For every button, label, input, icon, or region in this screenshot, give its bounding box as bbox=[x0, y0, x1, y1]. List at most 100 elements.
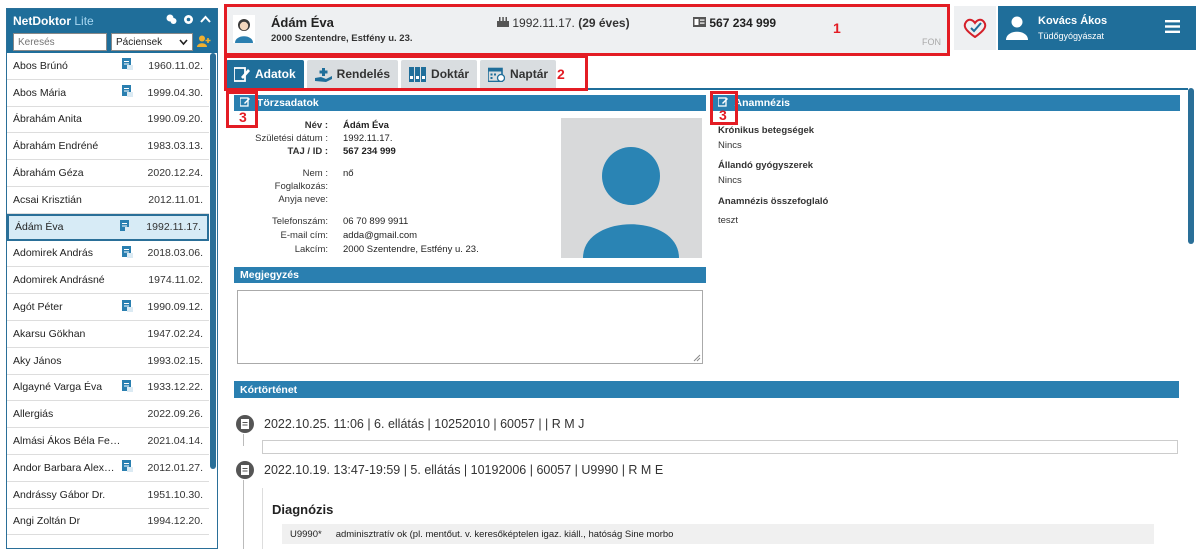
document-icon[interactable] bbox=[121, 379, 135, 395]
patient-list-name: Ádám Éva bbox=[15, 221, 64, 234]
address-value: 2000 Szentendre, Estfény u. 23. bbox=[343, 244, 479, 255]
patient-list-name: Adomirek András bbox=[13, 247, 93, 260]
patient-sidebar: NetDoktor Lite P bbox=[6, 8, 218, 549]
document-icon bbox=[236, 461, 254, 479]
patient-list-item[interactable]: Andor Barbara Alex… 2012.01.27. bbox=[7, 455, 209, 482]
user-icon bbox=[1006, 16, 1028, 40]
patient-list-date: 2021.04.14. bbox=[147, 435, 203, 448]
heart-check-icon bbox=[963, 18, 987, 38]
patient-photo-placeholder[interactable] bbox=[561, 118, 702, 258]
chat-icon[interactable] bbox=[166, 14, 177, 28]
torzsadatok-title: Törzsadatok bbox=[256, 97, 319, 109]
patient-search-input[interactable] bbox=[13, 33, 107, 51]
hamburger-menu-icon[interactable] bbox=[1165, 20, 1180, 33]
app-root: NetDoktor Lite P bbox=[0, 0, 1200, 549]
sidebar-scrollbar[interactable] bbox=[210, 53, 216, 469]
user-specialty: Tüdőgyógyászat bbox=[1038, 31, 1105, 41]
diagnosis-row: U9990* adminisztratív ok (pl. mentőut. v… bbox=[282, 524, 1154, 544]
health-icon-button[interactable] bbox=[954, 6, 996, 50]
app-title: NetDoktor Lite bbox=[13, 14, 94, 28]
email-value: adda@gmail.com bbox=[343, 230, 418, 241]
history-entry[interactable]: 2022.10.25. 11:06 | 6. ellátás | 1025201… bbox=[236, 415, 584, 433]
patient-list-item[interactable]: Andrássy Gábor Dr. 1951.10.30. bbox=[7, 482, 209, 509]
patient-list-name: Allergiás bbox=[13, 408, 54, 421]
chevron-up-icon[interactable] bbox=[200, 14, 211, 28]
patient-list-item[interactable]: Ábrahám Géza 2020.12.24. bbox=[7, 160, 209, 187]
document-icon[interactable] bbox=[121, 299, 135, 315]
patient-list-date: 2018.03.06. bbox=[147, 247, 203, 260]
patient-list-item[interactable]: Akarsu Gökhan 1947.02.24. bbox=[7, 321, 209, 348]
patient-list-item[interactable]: Adomirek András 2018.03.06. bbox=[7, 241, 209, 268]
user-name: Kovács Ákos bbox=[1038, 15, 1108, 27]
address-label: Lakcím: bbox=[294, 244, 328, 255]
patient-list-item[interactable]: Almási Ákos Béla Ferenc 2021.04.14. bbox=[7, 428, 209, 455]
birth-value: 1992.11.17. bbox=[343, 133, 393, 144]
edit-icon[interactable] bbox=[717, 97, 728, 107]
history-entry[interactable]: 2022.10.19. 13:47-19:59 | 5. ellátás | 1… bbox=[236, 461, 663, 479]
patient-list-item[interactable]: Abos Mária 1999.04.30. bbox=[7, 80, 209, 107]
patient-list-item[interactable]: Angi Zoltán Dr 1994.12.20. bbox=[7, 509, 209, 536]
patient-list-item[interactable]: Adomirek Andrásné 1974.11.02. bbox=[7, 267, 209, 295]
resize-handle-icon[interactable] bbox=[693, 354, 701, 362]
document-icon[interactable] bbox=[121, 245, 135, 261]
drugs-value: Nincs bbox=[718, 175, 742, 186]
anamnezis-header: Anamnézis bbox=[712, 95, 1180, 111]
diagnosis-code: U9990* bbox=[290, 528, 322, 540]
patient-taj: 567 234 999 bbox=[693, 16, 776, 30]
patient-list-item[interactable]: Acsai Krisztián 2012.11.01. bbox=[7, 187, 209, 214]
app-suffix: Lite bbox=[74, 14, 94, 28]
edit-icon[interactable] bbox=[239, 97, 250, 107]
document-icon[interactable] bbox=[119, 219, 133, 235]
patient-list-item[interactable]: Allergiás 2022.09.26. bbox=[7, 401, 209, 429]
patient-list-item[interactable]: Ádám Éva 1992.11.17. bbox=[7, 213, 209, 241]
chronic-value: Nincs bbox=[718, 140, 742, 151]
patient-list-name: Acsai Krisztián bbox=[13, 193, 82, 206]
annotation-number-1: 1 bbox=[833, 20, 841, 36]
note-textarea[interactable] bbox=[237, 290, 703, 364]
patient-list-item[interactable]: Ábrahám Endréné 1983.03.13. bbox=[7, 133, 209, 161]
medical-hand-icon bbox=[314, 67, 332, 82]
patient-list-item[interactable]: Agót Péter 1990.09.12. bbox=[7, 294, 209, 321]
patient-list-item[interactable]: Ábrahám Anita 1990.09.20. bbox=[7, 107, 209, 134]
user-panel[interactable]: Kovács Ákos Tüdőgyógyászat bbox=[998, 6, 1196, 50]
phone-label: Telefonszám: bbox=[272, 216, 328, 227]
main-scrollbar[interactable] bbox=[1188, 88, 1194, 244]
tab-underline bbox=[226, 88, 1188, 90]
job-label: Foglalkozás: bbox=[274, 181, 328, 192]
patient-list-date: 1992.11.17. bbox=[146, 221, 201, 234]
tab-adatok[interactable]: Adatok bbox=[226, 60, 304, 88]
kortortenet-header: Kórtörténet bbox=[234, 381, 1179, 398]
drugs-label: Állandó gyógyszerek bbox=[718, 160, 814, 171]
add-user-icon[interactable] bbox=[197, 35, 211, 50]
tab-rendeles[interactable]: Rendelés bbox=[306, 60, 399, 88]
birth-label: Születési dátum : bbox=[255, 133, 328, 144]
megjegyzes-title: Megjegyzés bbox=[240, 269, 299, 281]
annotation-number-3b: 3 bbox=[719, 107, 727, 123]
history-connector bbox=[243, 434, 244, 446]
patient-list-item[interactable]: Aky János 1993.02.15. bbox=[7, 348, 209, 375]
patient-list-item[interactable]: Algayné Varga Éva 1933.12.22. bbox=[7, 375, 209, 402]
patient-filter-select[interactable]: Páciensek bbox=[111, 33, 193, 51]
id-card-icon bbox=[693, 17, 706, 27]
patient-list: Abos Brúnó 1960.11.02. Abos Mária 1999.04.3… bbox=[7, 53, 209, 548]
calendar-icon bbox=[488, 67, 506, 82]
document-icon[interactable] bbox=[121, 460, 135, 475]
patient-taj-value: 567 234 999 bbox=[709, 16, 777, 30]
patient-list-name: Akarsu Gökhan bbox=[13, 327, 86, 340]
sidebar-header: NetDoktor Lite P bbox=[7, 9, 217, 53]
document-icon[interactable] bbox=[121, 85, 135, 100]
binders-icon bbox=[409, 66, 427, 82]
gear-icon[interactable] bbox=[183, 14, 194, 28]
sex-value: nő bbox=[343, 168, 354, 179]
tab-adatok-label: Adatok bbox=[255, 67, 296, 81]
patient-list-date: 1990.09.20. bbox=[147, 113, 203, 126]
document-icon[interactable] bbox=[121, 58, 135, 73]
annotation-number-3a: 3 bbox=[239, 109, 247, 125]
tab-doktar[interactable]: Doktár bbox=[401, 60, 478, 88]
patient-list-item[interactable]: Abos Brúnó 1960.11.02. bbox=[7, 53, 209, 80]
patient-list-date: 1999.04.30. bbox=[147, 86, 203, 99]
patient-age: (29 éves) bbox=[578, 16, 630, 30]
patient-list-date: 2022.09.26. bbox=[147, 408, 203, 421]
patient-list-date: 1951.10.30. bbox=[147, 488, 203, 501]
tab-naptar[interactable]: Naptár bbox=[480, 60, 557, 88]
